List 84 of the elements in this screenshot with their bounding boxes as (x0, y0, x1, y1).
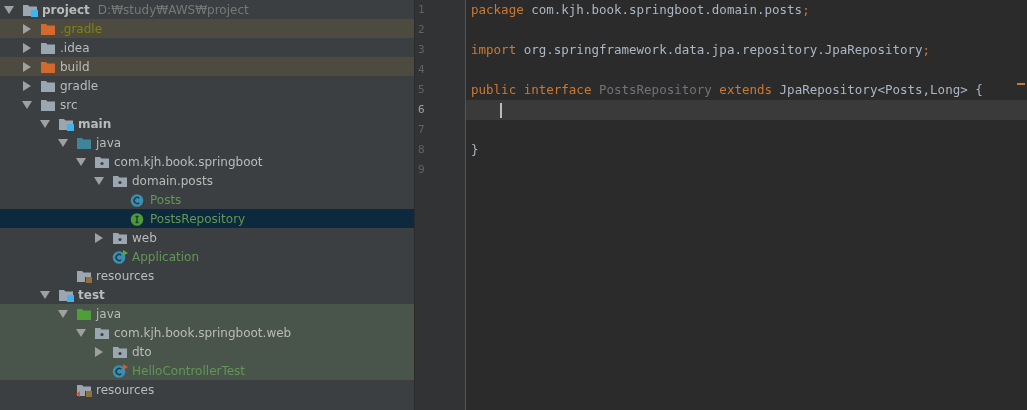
line-number: 6 (418, 103, 425, 116)
folder-icon (40, 59, 56, 74)
collapsed-arrow-icon[interactable] (22, 42, 32, 53)
tree-item[interactable]: dto (0, 342, 414, 361)
expanded-arrow-icon[interactable] (76, 327, 86, 338)
tree-item-label: java (96, 135, 122, 150)
tree-item[interactable]: gradle (0, 76, 414, 95)
tree-item[interactable]: test (0, 285, 414, 304)
class-icon (112, 363, 128, 378)
tree-item[interactable]: Posts (0, 190, 414, 209)
expanded-arrow-icon[interactable] (4, 4, 14, 15)
folder-icon (40, 78, 56, 93)
tree-item-label: project (42, 2, 90, 17)
tree-item[interactable]: java (0, 133, 414, 152)
expanded-arrow-icon[interactable] (94, 175, 104, 186)
class-icon (112, 249, 128, 264)
tree-item-label: domain.posts (132, 173, 213, 188)
tree-item-label: web (132, 230, 157, 245)
tree-item[interactable]: java (0, 304, 414, 323)
folder-icon (40, 21, 56, 36)
folder-icon (22, 2, 38, 17)
tree-item-label: main (78, 116, 112, 131)
code-line: } (471, 141, 479, 159)
tree-item-label: build (60, 59, 90, 74)
tree-item-label: PostsRepository (150, 211, 246, 226)
project-path: D:₩study₩AWS₩project (97, 2, 249, 17)
tree-item-label: src (60, 97, 78, 112)
text-caret (500, 102, 502, 118)
folder-icon (58, 287, 74, 302)
tree-item[interactable]: src (0, 95, 414, 114)
tree-item-label: test (78, 287, 105, 302)
tree-item-label: resources (96, 268, 155, 283)
expanded-arrow-icon[interactable] (40, 118, 50, 129)
tree-item[interactable]: project D:₩study₩AWS₩project (0, 0, 414, 19)
folder-icon (58, 116, 74, 131)
folder-icon (40, 40, 56, 55)
tree-item-label: HelloControllerTest (132, 363, 246, 378)
code-line: import org.springframework.data.jpa.repository.JpaRepository; (471, 41, 931, 59)
tree-item[interactable]: resources (0, 266, 414, 285)
tree-item[interactable]: main (0, 114, 414, 133)
expanded-arrow-icon[interactable] (58, 308, 68, 319)
tree-item-label: com.kjh.book.springboot (114, 154, 263, 169)
expanded-arrow-icon[interactable] (76, 156, 86, 167)
resources-folder-icon (76, 268, 92, 283)
package-icon (112, 173, 128, 188)
folder-icon (40, 97, 56, 112)
collapsed-arrow-icon[interactable] (94, 232, 104, 243)
class-icon (130, 192, 146, 207)
tree-item-label: .idea (60, 40, 90, 55)
expanded-arrow-icon[interactable] (22, 99, 32, 110)
resources-folder-icon (76, 382, 92, 397)
expanded-arrow-icon[interactable] (40, 289, 50, 300)
tree-item[interactable]: build (0, 57, 414, 76)
tree-item[interactable]: PostsRepository (0, 209, 414, 228)
code-line: package com.kjh.book.springboot.domain.posts; (471, 1, 810, 19)
tree-item[interactable]: domain.posts (0, 171, 414, 190)
tree-item-label: Application (132, 249, 200, 264)
tree-item-label: .gradle (60, 21, 103, 36)
folder-icon (76, 306, 92, 321)
folder-icon (76, 135, 92, 150)
collapsed-arrow-icon[interactable] (22, 61, 32, 72)
collapsed-arrow-icon[interactable] (94, 346, 104, 357)
tree-item-label: java (96, 306, 122, 321)
tree-item-label: com.kjh.book.springboot.web (114, 325, 292, 340)
package-icon (94, 325, 110, 340)
package-icon (94, 154, 110, 169)
tree-item[interactable]: resources (0, 380, 414, 399)
collapsed-arrow-icon[interactable] (22, 23, 32, 34)
expanded-arrow-icon[interactable] (58, 137, 68, 148)
tree-item[interactable]: com.kjh.book.springboot (0, 152, 414, 171)
tree-item-label: resources (96, 382, 155, 397)
code-line: public interface PostsRepository extends JpaRepository<Posts,Long> { (471, 81, 983, 99)
tree-item[interactable]: .idea (0, 38, 414, 57)
package-icon (112, 230, 128, 245)
collapsed-arrow-icon[interactable] (22, 80, 32, 91)
error-stripe-mark (1017, 83, 1025, 85)
package-icon (112, 344, 128, 359)
tree-item-label: Posts (150, 192, 182, 207)
tree-item[interactable]: Application (0, 247, 414, 266)
interface-icon (130, 211, 146, 226)
tree-item-label: dto (132, 344, 152, 359)
tree-item[interactable]: web (0, 228, 414, 247)
tree-item[interactable]: com.kjh.book.springboot.web (0, 323, 414, 342)
tree-item-label: gradle (60, 78, 99, 93)
